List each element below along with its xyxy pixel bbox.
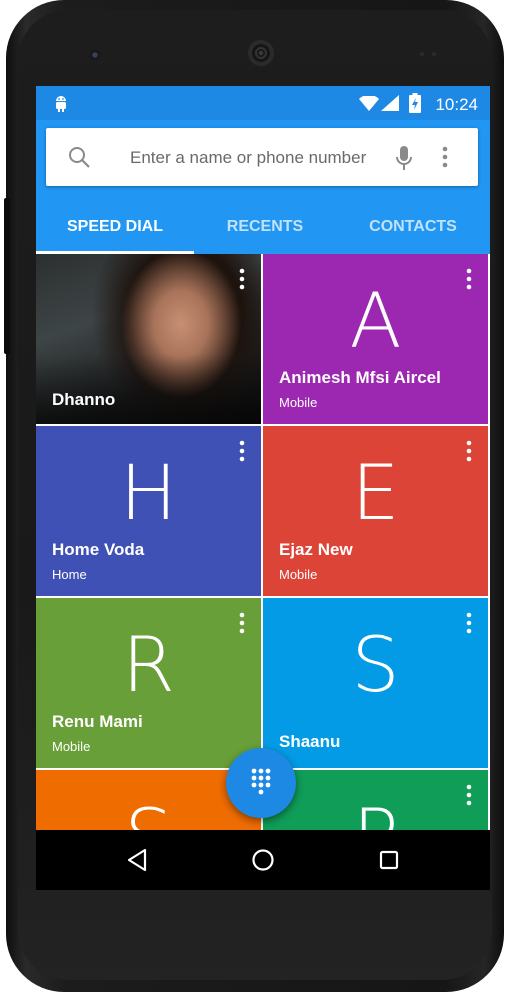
dialpad-button[interactable] — [226, 748, 296, 818]
wifi-icon — [359, 94, 379, 116]
phone-side-button — [4, 198, 10, 354]
earpiece-speaker — [248, 40, 274, 66]
home-icon[interactable] — [251, 848, 275, 877]
search-icon[interactable] — [68, 146, 90, 173]
contact-name: Shaanu — [279, 732, 341, 751]
android-icon — [54, 94, 68, 117]
contact-phone-type: Home — [52, 567, 87, 582]
speed-dial-tile[interactable]: A Animesh Mfsi Aircel Mobile — [263, 254, 488, 424]
contact-name: Renu Mami — [52, 712, 143, 731]
tab-bar: SPEED DIAL RECENTS CONTACTS — [36, 200, 490, 254]
contact-name: Animesh Mfsi Aircel — [279, 368, 441, 387]
status-time: 10:24 — [435, 95, 478, 114]
contact-initial: S — [351, 620, 400, 709]
tab-contacts[interactable]: CONTACTS — [336, 200, 490, 254]
tile-menu-icon[interactable] — [239, 268, 245, 295]
tile-menu-icon[interactable] — [239, 612, 245, 639]
contact-initial: H — [119, 448, 178, 537]
navigation-bar — [36, 830, 490, 890]
overflow-menu-icon[interactable] — [442, 146, 448, 173]
search-input[interactable]: Enter a name or phone number — [130, 148, 366, 168]
tile-menu-icon[interactable] — [466, 440, 472, 467]
battery-icon — [409, 93, 421, 118]
contact-initial: A — [349, 276, 402, 365]
contact-phone-type: Mobile — [52, 739, 91, 754]
tile-menu-icon[interactable] — [466, 612, 472, 639]
screen: 10:24 Enter a name or phone number SPEED… — [36, 86, 490, 890]
proximity-sensor — [420, 52, 424, 56]
recents-icon[interactable] — [379, 850, 399, 875]
speed-dial-tile[interactable]: R Renu Mami Mobile — [36, 598, 261, 768]
speed-dial-tile[interactable]: S Shaanu — [263, 598, 488, 768]
tile-menu-icon[interactable] — [466, 784, 472, 811]
back-icon[interactable] — [126, 848, 148, 877]
speed-dial-tile[interactable]: E Ejaz New Mobile — [263, 426, 488, 596]
speed-dial-tile[interactable]: H Home Voda Home — [36, 426, 261, 596]
signal-icon — [381, 95, 399, 116]
contact-name: Dhanno — [52, 390, 116, 409]
tile-menu-icon[interactable] — [466, 268, 472, 295]
contact-name: Ejaz New — [279, 540, 353, 559]
contact-initial: E — [351, 448, 400, 537]
contact-initial: R — [122, 620, 175, 709]
contact-phone-type: Mobile — [279, 395, 318, 410]
light-sensor — [432, 52, 436, 56]
speed-dial-tile[interactable]: Dhanno — [36, 254, 261, 424]
app-bar: Enter a name or phone number SPEED DIAL … — [36, 120, 490, 254]
status-bar: 10:24 — [36, 86, 490, 120]
tab-recents[interactable]: RECENTS — [194, 200, 336, 254]
dialpad-icon — [250, 767, 272, 800]
tile-menu-icon[interactable] — [239, 440, 245, 467]
mic-icon[interactable] — [394, 144, 414, 177]
tab-speed-dial[interactable]: SPEED DIAL — [36, 200, 194, 254]
front-camera — [90, 50, 100, 60]
contact-phone-type: Mobile — [279, 567, 318, 582]
contact-name: Home Voda — [52, 540, 145, 559]
search-box[interactable]: Enter a name or phone number — [46, 128, 478, 186]
